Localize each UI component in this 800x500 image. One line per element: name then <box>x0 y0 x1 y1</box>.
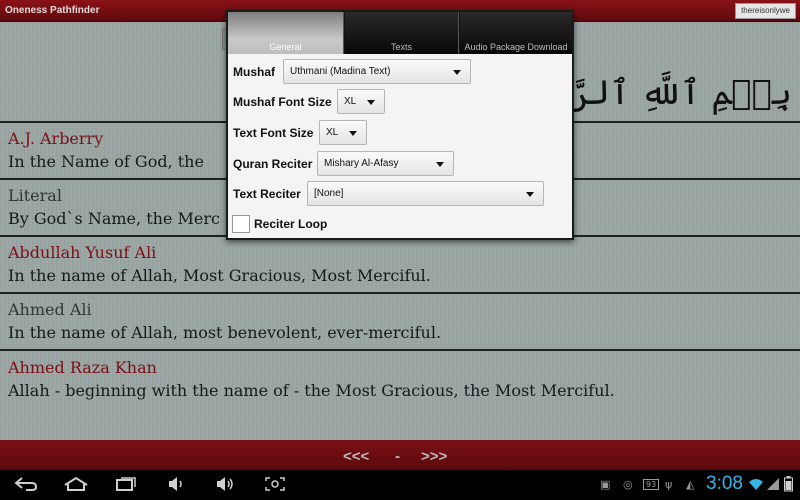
chevron-down-icon <box>349 131 357 136</box>
quran-reciter-select[interactable]: Mishary Al-Afasy <box>317 151 454 176</box>
navigation-separator: - <box>395 448 400 465</box>
text-reciter-value: [None] <box>314 188 344 199</box>
tab-label: General <box>269 42 302 52</box>
text-reciter-label: Text Reciter <box>233 187 301 201</box>
home-icon[interactable] <box>63 476 89 496</box>
text-font-size-select[interactable]: XL <box>319 120 367 145</box>
translation-text: In the Name of God, the <box>8 152 204 171</box>
translator-name: Literal <box>8 186 62 205</box>
clock: 3:08 <box>706 473 743 494</box>
previous-verse-button[interactable]: <<< <box>343 448 369 465</box>
text-reciter-select[interactable]: [None] <box>307 181 544 206</box>
translation-text: By God`s Name, the Merc <box>8 209 220 228</box>
usb-icon: ψ <box>665 478 673 491</box>
user-account-button[interactable]: thereisonlywe <box>735 3 796 19</box>
quran-reciter-value: Mishary Al-Afasy <box>324 158 399 169</box>
chevron-down-icon <box>453 70 461 75</box>
volume-down-icon[interactable] <box>167 476 185 496</box>
translation-text: In the name of Allah, Most Gracious, Mos… <box>8 266 431 285</box>
translation-item[interactable]: Ahmed Ali In the name of Allah, most ben… <box>0 294 800 349</box>
android-icon: ◭ <box>686 478 695 491</box>
wifi-icon <box>748 477 764 495</box>
tab-general[interactable]: General <box>228 12 344 54</box>
settings-tab-bar: General Texts Audio Package Download <box>228 12 572 54</box>
tab-label: Texts <box>390 42 412 52</box>
sync-icon: ◎ <box>623 478 633 491</box>
translation-text: In the name of Allah, most benevolent, e… <box>8 323 442 342</box>
next-verse-button[interactable]: >>> <box>421 448 447 465</box>
gallery-icon: ▣ <box>600 478 611 491</box>
tab-audio-package-download[interactable]: Audio Package Download <box>460 12 572 54</box>
volume-up-icon[interactable] <box>215 476 235 496</box>
battery-icon <box>784 476 793 496</box>
translation-text: Allah - beginning with the name of - the… <box>8 381 615 400</box>
chevron-down-icon <box>526 192 534 197</box>
mushaf-font-size-value: XL <box>344 96 357 107</box>
chevron-down-icon <box>436 162 444 167</box>
mushaf-select[interactable]: Uthmani (Madina Text) <box>283 59 471 84</box>
reciter-loop-label: Reciter Loop <box>254 217 328 231</box>
translator-name: A.J. Arberry <box>8 129 104 148</box>
app-title: Oneness Pathfinder <box>5 5 100 16</box>
tab-texts[interactable]: Texts <box>345 12 459 54</box>
quran-reciter-label: Quran Reciter <box>233 157 313 171</box>
mushaf-font-size-label: Mushaf Font Size <box>233 95 332 109</box>
settings-dialog: General Texts Audio Package Download Mus… <box>226 10 574 240</box>
notification-count-badge: 93 <box>643 479 660 490</box>
translation-item[interactable]: Ahmed Raza Khan Allah - beginning with t… <box>0 351 800 411</box>
recent-apps-icon[interactable] <box>115 476 137 496</box>
tab-label: Audio Package Download <box>464 42 568 52</box>
system-navigation-bar: ▣ ◎ 93 ψ ◭ 3:08 <box>0 470 800 500</box>
translation-item[interactable]: Abdullah Yusuf Ali In the name of Allah,… <box>0 237 800 292</box>
chevron-down-icon <box>367 100 375 105</box>
mushaf-label: Mushaf <box>233 65 275 79</box>
signal-icon <box>766 477 780 495</box>
verse-navigation-bar: <<< - >>> <box>0 440 800 470</box>
mushaf-value: Uthmani (Madina Text) <box>290 66 391 77</box>
text-font-size-label: Text Font Size <box>233 126 314 140</box>
translator-name: Ahmed Raza Khan <box>8 358 157 377</box>
reciter-loop-checkbox[interactable] <box>232 215 250 233</box>
text-font-size-value: XL <box>326 127 339 138</box>
screenshot-icon[interactable] <box>264 476 286 496</box>
back-icon[interactable] <box>14 476 38 496</box>
translator-name: Ahmed Ali <box>8 300 92 319</box>
mushaf-font-size-select[interactable]: XL <box>337 89 385 114</box>
translator-name: Abdullah Yusuf Ali <box>8 243 157 262</box>
